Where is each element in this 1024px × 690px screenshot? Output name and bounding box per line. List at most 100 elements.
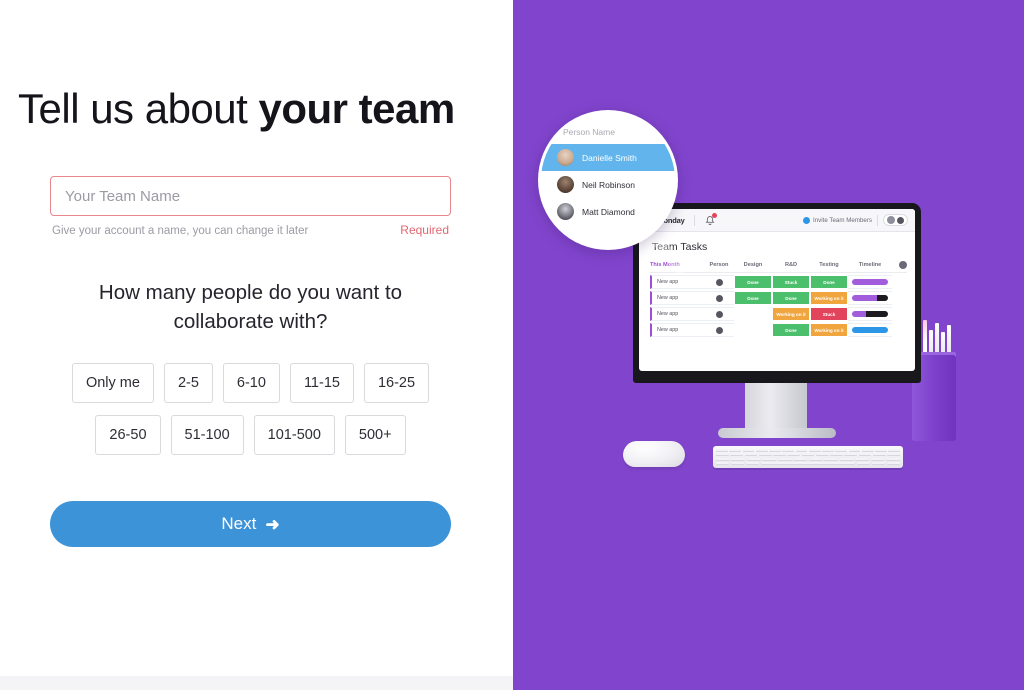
keyboard-key xyxy=(730,462,745,465)
status-cell-testing[interactable]: Stuck xyxy=(810,307,848,321)
keyboard-key xyxy=(716,449,728,452)
collaborators-question: How many people do you want to collabora… xyxy=(98,281,403,333)
keyboard-key xyxy=(871,462,886,465)
row-person-avatar[interactable] xyxy=(704,275,734,289)
board-settings-icon[interactable] xyxy=(899,261,907,269)
timeline-bar xyxy=(852,311,888,317)
monitor-screen: monday Invite Team Members Team Tasks Th… xyxy=(639,209,915,371)
status-cell-rnd[interactable]: Done xyxy=(772,291,810,305)
illustration-panel: monday Invite Team Members Team Tasks Th… xyxy=(513,0,1024,690)
list-item[interactable]: Danielle Smith xyxy=(541,144,675,171)
account-controls[interactable] xyxy=(883,214,908,226)
table-row[interactable]: New app Done Done Working on it xyxy=(650,291,907,305)
page-title: Tell us about your team xyxy=(18,84,498,134)
keyboard-key xyxy=(886,462,901,465)
keyboard-key xyxy=(745,462,760,465)
person-name: Danielle Smith xyxy=(582,152,637,163)
person-name: Neil Robinson xyxy=(582,179,635,190)
status-cell-design[interactable]: Done xyxy=(734,291,772,305)
timeline-bar xyxy=(852,327,888,333)
keyboard-key xyxy=(758,453,772,457)
option-101-500[interactable]: 101-500 xyxy=(253,415,335,455)
keyboard-key xyxy=(808,457,823,461)
magnifier: Person Name Danielle Smith Neil Robinson M… xyxy=(538,110,678,250)
option-26-50[interactable]: 26-50 xyxy=(95,415,161,455)
notification-bell-icon[interactable] xyxy=(704,213,717,226)
next-button[interactable]: Next ➜ xyxy=(50,501,451,547)
gear-icon[interactable] xyxy=(897,216,904,224)
person-picker: Person Name Danielle Smith Neil Robinson M… xyxy=(541,113,675,225)
team-name-field-group: Give your account a name, you can change… xyxy=(50,176,451,237)
status-cell-rnd[interactable]: Stuck xyxy=(772,275,810,289)
keyboard-key xyxy=(746,457,761,461)
status-cell-testing[interactable]: Working on it xyxy=(810,291,848,305)
row-person-avatar[interactable] xyxy=(704,323,734,337)
arrow-right-icon: ➜ xyxy=(265,514,280,534)
keyboard-spacebar xyxy=(760,462,856,465)
timeline-cell[interactable] xyxy=(848,307,892,321)
option-6-10[interactable]: 6-10 xyxy=(222,363,280,403)
team-name-input[interactable] xyxy=(50,176,451,216)
board-title: Team Tasks xyxy=(652,241,708,253)
keyboard-key xyxy=(870,457,885,461)
keyboard-key xyxy=(815,453,829,457)
avatar xyxy=(715,278,723,286)
option-2-5[interactable]: 2-5 xyxy=(163,363,213,403)
list-item[interactable]: Matt Diamond xyxy=(541,198,675,225)
status-cell-testing[interactable]: Done xyxy=(810,275,848,289)
keyboard-key xyxy=(773,453,786,457)
keyboard-key xyxy=(730,453,744,457)
status-cell-design[interactable]: Done xyxy=(734,275,772,289)
avatar xyxy=(557,203,574,220)
table-row[interactable]: New app Working on it Stuck xyxy=(650,307,907,321)
keyboard-key xyxy=(808,449,821,452)
topbar-divider-2 xyxy=(877,214,878,226)
bottom-strip xyxy=(0,676,513,690)
monitor-neck xyxy=(745,383,807,431)
keyboard-key xyxy=(716,453,729,457)
list-item[interactable]: Neil Robinson xyxy=(541,171,675,198)
person-search-input[interactable]: Person Name xyxy=(541,127,675,144)
table-row[interactable]: New app Done Working on it xyxy=(650,323,907,337)
keyboard-key xyxy=(731,457,746,461)
avatar xyxy=(715,326,723,334)
app-topbar: monday Invite Team Members xyxy=(639,209,915,232)
status-cell-design[interactable] xyxy=(734,323,772,337)
option-11-15[interactable]: 11-15 xyxy=(289,363,354,403)
row-person-avatar[interactable] xyxy=(704,307,734,321)
column-testing: Testing xyxy=(819,262,839,268)
keyboard-key xyxy=(729,449,741,452)
table-row[interactable]: New app Done Stuck Done xyxy=(650,275,907,289)
option-16-25[interactable]: 16-25 xyxy=(363,363,430,403)
status-cell-rnd[interactable]: Done xyxy=(772,323,810,337)
column-person: Person xyxy=(709,262,729,268)
keyboard-key xyxy=(848,449,861,452)
invite-team-members-button[interactable]: Invite Team Members xyxy=(802,216,872,224)
avatar xyxy=(715,310,723,318)
option-500-plus[interactable]: 500+ xyxy=(344,415,406,455)
option-only-me[interactable]: Only me xyxy=(71,363,154,403)
status-cell-design[interactable] xyxy=(734,307,772,321)
person-list: Danielle Smith Neil Robinson Matt Diamond xyxy=(541,144,675,225)
mouse xyxy=(623,441,685,467)
keyboard-key xyxy=(793,457,808,461)
keyboard-key xyxy=(885,457,900,461)
option-51-100[interactable]: 51-100 xyxy=(170,415,244,455)
team-name-hint: Give your account a name, you can change… xyxy=(52,225,309,237)
timeline-bar xyxy=(852,279,888,285)
keyboard-key xyxy=(887,453,900,457)
topbar-actions: Invite Team Members xyxy=(802,214,908,226)
column-rnd: R&D xyxy=(784,262,798,268)
timeline-cell[interactable] xyxy=(848,323,892,337)
person-name: Matt Diamond xyxy=(582,206,635,217)
keyboard-key xyxy=(856,462,871,465)
timeline-cell[interactable] xyxy=(848,291,892,305)
status-cell-testing[interactable]: Working on it xyxy=(810,323,848,337)
status-cell-rnd[interactable]: Working on it xyxy=(772,307,810,321)
avatar xyxy=(557,149,574,166)
avatar xyxy=(557,176,574,193)
timeline-cell[interactable] xyxy=(848,275,892,289)
keyboard-row xyxy=(716,457,900,461)
invite-label: Invite Team Members xyxy=(812,216,872,224)
row-person-avatar[interactable] xyxy=(704,291,734,305)
